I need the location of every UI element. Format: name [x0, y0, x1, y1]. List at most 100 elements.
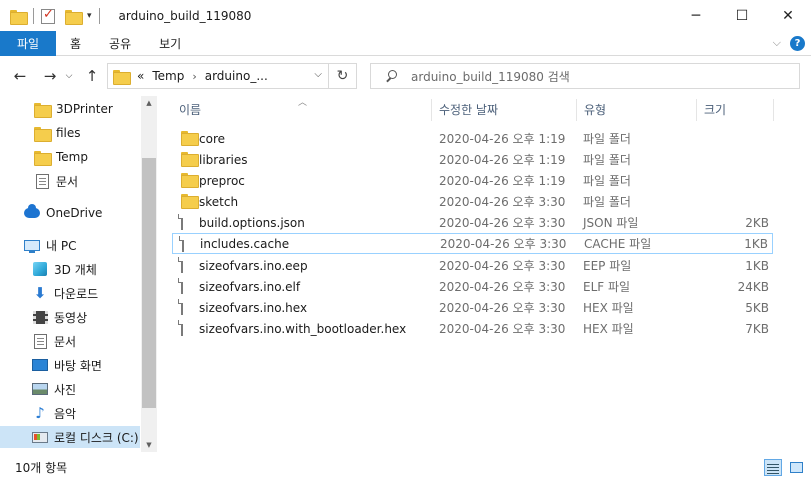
sidebar-item-label: files [56, 126, 81, 140]
file-row-preproc[interactable]: preproc 2020-04-26 오후 1:19 파일 폴더 [172, 170, 773, 191]
file-date: 2020-04-26 오후 3:30 [439, 259, 566, 273]
window-title: arduino_build_119080 [118, 9, 252, 23]
tab-view[interactable]: 보기 [145, 31, 195, 56]
sidebar-item-temp[interactable]: Temp [0, 146, 140, 168]
file-size: 7KB [745, 321, 769, 336]
file-name: sizeofvars.ino.eep [199, 258, 308, 273]
scroll-thumb[interactable] [142, 158, 156, 408]
file-type: 파일 폴더 [583, 195, 631, 209]
file-size: 1KB [744, 236, 768, 251]
folder-icon [181, 152, 199, 168]
recent-locations-icon[interactable]: ⌵ [62, 64, 76, 88]
up-button[interactable]: ↑ [80, 64, 104, 88]
sidebar-item-documents-quick[interactable]: 문서 [0, 170, 140, 192]
file-size: 24KB [737, 279, 769, 294]
sidebar-item-label: 3DPrinter [56, 102, 113, 116]
sidebar-item-label: 로컬 디스크 (C:) [54, 430, 139, 445]
column-header-type[interactable]: 유형 [584, 96, 606, 122]
close-button[interactable]: ✕ [765, 0, 811, 32]
column-divider[interactable] [773, 99, 774, 121]
sidebar-item-desktop[interactable]: 바탕 화면 [0, 354, 140, 376]
file-row-sketch[interactable]: sketch 2020-04-26 오후 3:30 파일 폴더 [172, 191, 773, 212]
file-row-sizeofvars-hex[interactable]: sizeofvars.ino.hex 2020-04-26 오후 3:30 HE… [172, 297, 773, 318]
file-row-sizeofvars-bootloader-hex[interactable]: sizeofvars.ino.with_bootloader.hex 2020-… [172, 318, 773, 339]
file-row-sizeofvars-eep[interactable]: sizeofvars.ino.eep 2020-04-26 오후 3:30 EE… [172, 255, 773, 276]
search-icon [385, 70, 397, 82]
file-row-core[interactable]: core 2020-04-26 오후 1:19 파일 폴더 [172, 128, 773, 149]
expand-ribbon-icon[interactable]: ⌵ [773, 36, 781, 50]
breadcrumb-overflow[interactable]: « [137, 69, 144, 83]
sidebar-item-music[interactable]: ♪ 음악 [0, 402, 140, 424]
sidebar-item-videos[interactable]: 동영상 [0, 306, 140, 328]
sidebar-item-3dprinter[interactable]: 3DPrinter [0, 98, 140, 120]
file-date: 2020-04-26 오후 3:30 [439, 322, 566, 336]
sidebar-item-local-disk[interactable]: 로컬 디스크 (C:) [0, 426, 140, 448]
column-header-date[interactable]: 수정한 날짜 [439, 96, 498, 122]
file-type: 파일 폴더 [583, 174, 631, 188]
tab-file[interactable]: 파일 [0, 30, 56, 56]
file-name: sizeofvars.ino.with_bootloader.hex [199, 321, 407, 336]
file-icon [181, 278, 183, 294]
file-date: 2020-04-26 오후 3:30 [439, 280, 566, 294]
local-disk-icon [32, 429, 48, 445]
scroll-up-icon[interactable]: ▲ [141, 96, 157, 110]
maximize-button[interactable]: ☐ [719, 0, 765, 32]
address-dropdown-icon[interactable]: ⌵ [314, 69, 322, 80]
forward-button[interactable]: → [38, 64, 62, 88]
sidebar-item-label: Temp [56, 150, 88, 164]
onedrive-icon [24, 204, 40, 221]
title-bar: ▾ arduino_build_119080 ─ ☐ ✕ [0, 0, 811, 32]
customize-toolbar-icon[interactable]: ▾ [87, 11, 92, 21]
sidebar-item-3d-objects[interactable]: 3D 개체 [0, 258, 140, 280]
breadcrumb-current[interactable]: arduino_... [205, 69, 268, 83]
sidebar-scrollbar[interactable]: ▲ ▼ [141, 96, 157, 452]
tab-home[interactable]: 홈 [56, 31, 95, 56]
back-button[interactable]: ← [8, 64, 32, 88]
details-view-button[interactable] [764, 459, 782, 476]
scroll-down-icon[interactable]: ▼ [141, 438, 157, 452]
documents-icon [34, 173, 50, 189]
file-type: EEP 파일 [583, 259, 632, 273]
file-icon [181, 299, 183, 315]
address-bar[interactable]: « Temp › arduino_... ⌵ [107, 63, 329, 89]
sidebar-item-files[interactable]: files [0, 122, 140, 144]
file-name: libraries [199, 152, 248, 167]
minimize-button[interactable]: ─ [673, 0, 719, 32]
search-box[interactable]: arduino_build_119080 검색 [370, 63, 800, 89]
file-type: 파일 폴더 [583, 132, 631, 146]
sidebar-item-label: OneDrive [46, 206, 103, 220]
3d-objects-icon [32, 261, 48, 277]
file-row-sizeofvars-elf[interactable]: sizeofvars.ino.elf 2020-04-26 오후 3:30 EL… [172, 276, 773, 297]
sidebar-item-pictures[interactable]: 사진 [0, 378, 140, 400]
large-icons-view-button[interactable] [787, 459, 805, 476]
file-size: 1KB [745, 258, 769, 273]
sidebar-item-this-pc[interactable]: 내 PC [0, 234, 140, 256]
file-name: preproc [199, 173, 245, 188]
file-name: sizeofvars.ino.elf [199, 279, 301, 294]
file-row-build-options-json[interactable]: build.options.json 2020-04-26 오후 3:30 JS… [172, 212, 773, 233]
column-header-name[interactable]: 이름 [179, 96, 201, 122]
file-row-includes-cache[interactable]: includes.cache 2020-04-26 오후 3:30 CACHE … [172, 233, 773, 254]
help-icon[interactable]: ? [790, 36, 805, 51]
sidebar-item-downloads[interactable]: ⬇ 다운로드 [0, 282, 140, 304]
pictures-icon [32, 381, 48, 397]
column-divider[interactable] [576, 99, 577, 121]
ribbon: 파일 홈 공유 보기 ⌵ ? [0, 30, 811, 56]
file-type: HEX 파일 [583, 301, 634, 315]
breadcrumb-temp[interactable]: Temp [152, 69, 184, 83]
column-divider[interactable] [431, 99, 432, 121]
column-header-size[interactable]: 크기 [704, 96, 726, 122]
file-row-libraries[interactable]: libraries 2020-04-26 오후 1:19 파일 폴더 [172, 149, 773, 170]
downloads-icon: ⬇ [33, 283, 47, 302]
new-folder-icon[interactable] [65, 9, 83, 25]
tab-share[interactable]: 공유 [95, 31, 145, 56]
breadcrumb-chevron-icon[interactable]: › [192, 70, 196, 83]
sidebar-item-documents[interactable]: 문서 [0, 330, 140, 352]
file-date: 2020-04-26 오후 3:30 [439, 301, 566, 315]
sidebar-item-onedrive[interactable]: OneDrive [0, 202, 140, 224]
properties-icon[interactable] [41, 7, 55, 24]
column-divider[interactable] [696, 99, 697, 121]
pc-icon [24, 237, 40, 253]
folder-icon [34, 125, 52, 142]
refresh-button[interactable]: ↻ [329, 63, 357, 89]
